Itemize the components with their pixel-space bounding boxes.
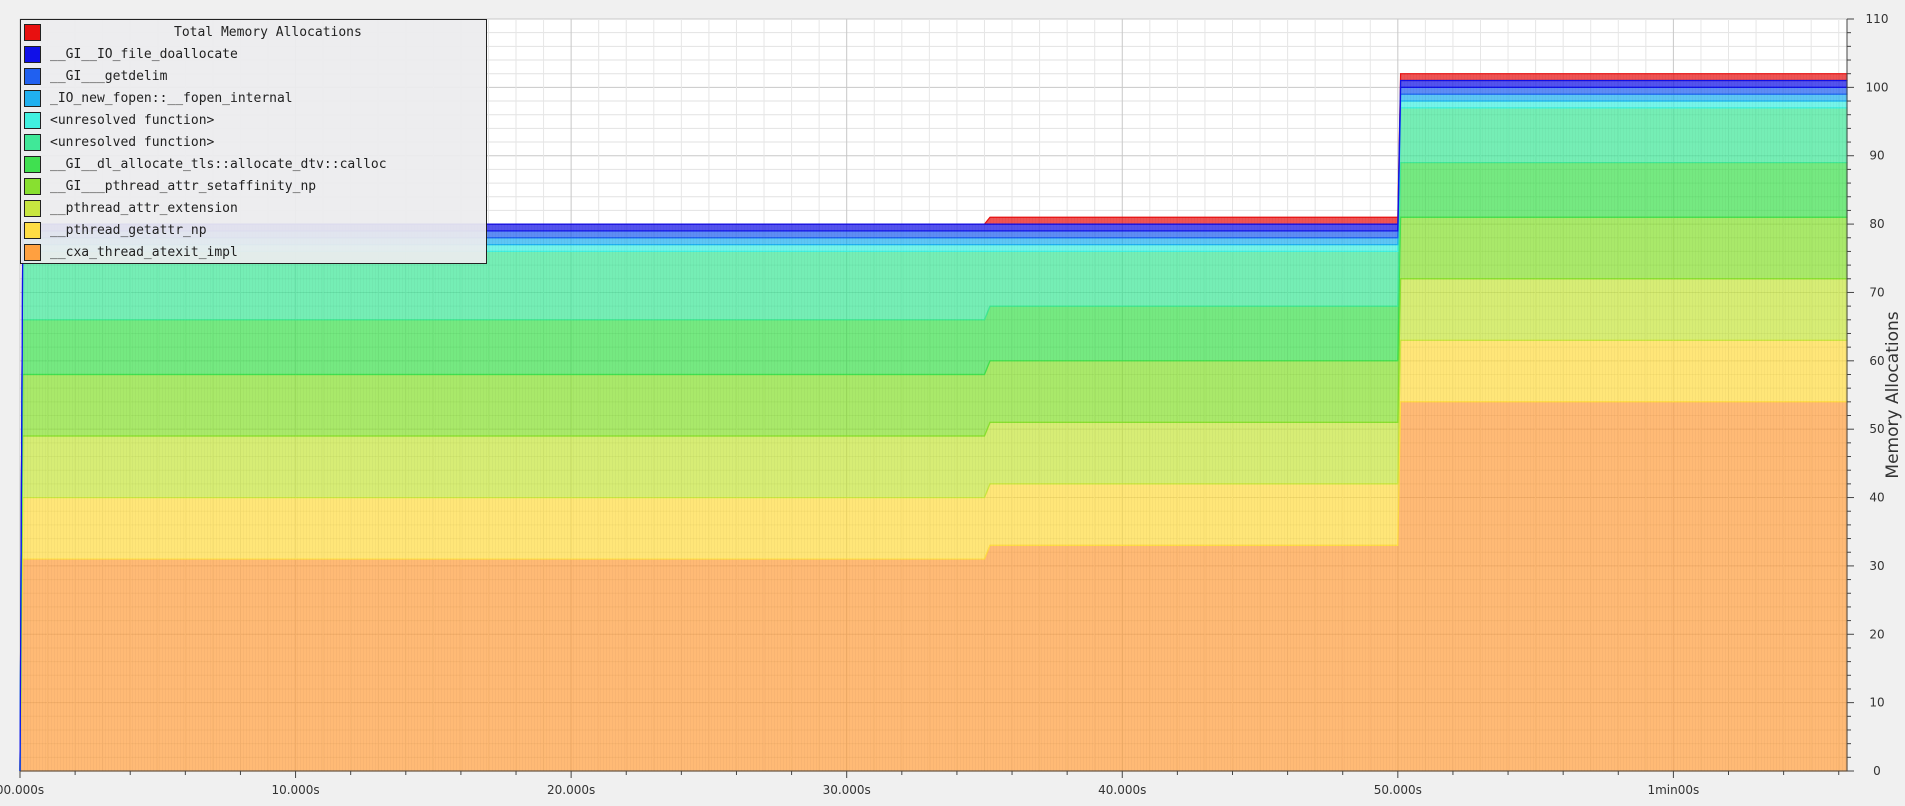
y-tick-label: 110: [1866, 12, 1889, 26]
legend-swatch: [24, 133, 41, 151]
legend-swatch: [24, 45, 41, 63]
x-tick-label: 1min00s: [1647, 783, 1699, 797]
legend-swatch: [24, 177, 41, 195]
y-tick-label: 40: [1869, 491, 1884, 505]
y-tick-label: 100: [1866, 80, 1889, 94]
legend-item: __GI___getdelim: [24, 65, 167, 87]
y-tick-label: 30: [1869, 559, 1884, 573]
legend-item-label: __pthread_getattr_np: [50, 222, 207, 238]
legend-swatch: [24, 111, 41, 129]
legend-swatch: [24, 221, 41, 239]
legend-swatch-total: [24, 23, 41, 41]
legend-item: __GI__IO_file_doallocate: [24, 43, 238, 65]
legend-item: __pthread_attr_extension: [24, 197, 238, 219]
y-tick-label: 20: [1869, 627, 1884, 641]
y-tick-label: 0: [1873, 764, 1881, 778]
y-axis-title: Memory Allocations: [1883, 311, 1903, 478]
legend-item: <unresolved function>: [24, 131, 214, 153]
legend-swatch: [24, 243, 41, 261]
legend-item-label: __GI__IO_file_doallocate: [50, 46, 238, 62]
legend-swatch: [24, 199, 41, 217]
legend-item: __GI__dl_allocate_tls::allocate_dtv::cal…: [24, 153, 387, 175]
legend-item: __GI___pthread_attr_setaffinity_np: [24, 175, 316, 197]
legend-item-label: _IO_new_fopen::__fopen_internal: [50, 90, 293, 106]
y-tick-label: 90: [1869, 149, 1884, 163]
legend-item: __cxa_thread_atexit_impl: [24, 241, 238, 263]
legend-item-label: __GI__dl_allocate_tls::allocate_dtv::cal…: [50, 156, 387, 172]
legend-swatch: [24, 155, 41, 173]
legend-item-label: __GI___pthread_attr_setaffinity_np: [50, 178, 317, 194]
legend-item-label: <unresolved function>: [50, 134, 215, 150]
legend-item-label: __pthread_attr_extension: [50, 200, 238, 216]
legend-item-label: __cxa_thread_atexit_impl: [50, 244, 238, 260]
legend-title: Total Memory Allocations: [174, 24, 362, 40]
x-tick-label: 40.000s: [1098, 783, 1146, 797]
legend-item: <unresolved function>: [24, 109, 214, 131]
x-tick-label: 10.000s: [271, 783, 319, 797]
legend-item-label: <unresolved function>: [50, 112, 215, 128]
x-tick-label: 20.000s: [547, 783, 595, 797]
legend-swatch: [24, 67, 41, 85]
y-tick-label: 80: [1869, 217, 1884, 231]
legend-item: _IO_new_fopen::__fopen_internal: [24, 87, 293, 109]
x-tick-label: 50.000s: [1374, 783, 1422, 797]
legend-title-row: Total Memory Allocations: [24, 21, 362, 43]
y-tick-label: 10: [1869, 696, 1884, 710]
legend-swatch: [24, 89, 41, 107]
legend-item: __pthread_getattr_np: [24, 219, 207, 241]
x-tick-label: 30.000s: [823, 783, 871, 797]
legend-item-label: __GI___getdelim: [50, 68, 168, 84]
legend: Total Memory Allocations __GI__IO_file_d…: [20, 19, 487, 264]
x-tick-label: 00.000s: [0, 783, 44, 797]
y-tick-label: 70: [1869, 285, 1884, 299]
